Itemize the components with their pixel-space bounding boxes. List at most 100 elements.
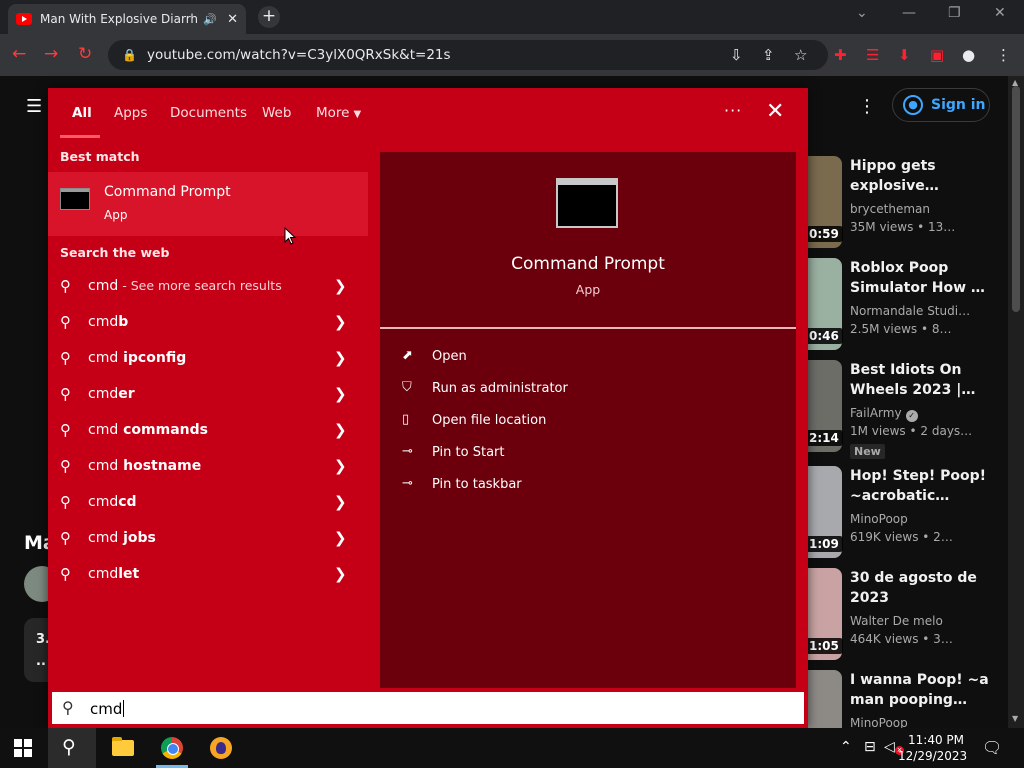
web-result-prefix: cmd: [88, 386, 119, 402]
new-tab-button[interactable]: +: [258, 6, 280, 28]
search-icon: ⚲: [60, 349, 71, 367]
search-icon: ⚲: [62, 698, 74, 717]
minimize-icon[interactable]: —: [902, 5, 916, 21]
web-result-item[interactable]: ⚲ cmdcd ❯: [48, 486, 368, 520]
forward-icon[interactable]: →: [44, 44, 58, 64]
web-result-item[interactable]: ⚲ cmd - See more search results ❯: [48, 270, 368, 304]
tab-web[interactable]: Web: [262, 105, 291, 121]
tray-chevron-icon[interactable]: ⌃: [840, 739, 852, 755]
file-explorer-button[interactable]: [98, 728, 146, 768]
menu-hamburger-icon[interactable]: ☰: [26, 96, 42, 117]
search-input[interactable]: cmd: [90, 700, 125, 718]
search-close-icon[interactable]: ✕: [766, 99, 784, 124]
video-item[interactable]: 0:59 Hippo gets explosive… brycetheman 35M …: [808, 156, 1008, 252]
video-channel[interactable]: MinoPoop: [850, 512, 908, 526]
playlist-icon[interactable]: ☰: [866, 46, 879, 64]
more-options-dots-icon[interactable]: ···: [724, 101, 742, 120]
web-result-bold: commands: [118, 422, 208, 438]
detail-subtitle: App: [575, 282, 601, 297]
video-item[interactable]: 1:09 Hop! Step! Poop! ~acrobatic… MinoPoop…: [808, 466, 1008, 562]
chevron-right-icon[interactable]: ❯: [334, 277, 347, 295]
video-duration: 1:09: [808, 536, 843, 552]
volume-icon[interactable]: ◁: [884, 739, 895, 755]
web-result-item[interactable]: ⚲ cmdb ❯: [48, 306, 368, 340]
video-item[interactable]: 0:46 Roblox Poop Simulator How … Normandal…: [808, 258, 1008, 354]
reload-icon[interactable]: ↻: [78, 44, 92, 64]
chevron-right-icon[interactable]: ❯: [334, 529, 347, 547]
page-scrollbar[interactable]: ▲ ▼: [1008, 76, 1024, 728]
video-channel[interactable]: Normandale Studi…: [850, 304, 970, 318]
web-result-item[interactable]: ⚲ cmd commands ❯: [48, 414, 368, 448]
video-title[interactable]: Roblox Poop Simulator How …: [850, 258, 1000, 298]
address-bar[interactable]: 🔒 youtube.com/watch?v=C3ylX0QRxSk&t=21s: [108, 40, 828, 70]
chevron-right-icon[interactable]: ❯: [334, 421, 347, 439]
search-box[interactable]: ⚲ cmd: [50, 690, 806, 726]
search-icon: ⚲: [60, 421, 71, 439]
taskbar-search-button[interactable]: ⚲: [48, 728, 96, 768]
profile-icon[interactable]: ●: [962, 46, 975, 64]
web-result-prefix: cmd: [88, 566, 119, 582]
video-channel[interactable]: Walter De melo: [850, 614, 943, 628]
sign-in-button[interactable]: ● Sign in: [892, 88, 990, 122]
best-match-item[interactable]: Command Prompt App: [48, 172, 368, 236]
video-title[interactable]: Hop! Step! Poop! ~acrobatic…: [850, 466, 1000, 506]
tab-search-icon[interactable]: ⌄: [856, 5, 868, 21]
more-options-icon[interactable]: ⋮: [858, 96, 876, 117]
video-title[interactable]: I wanna Poop! ~a man pooping…: [850, 670, 1000, 710]
video-title[interactable]: Hippo gets explosive…: [850, 156, 1000, 196]
web-result-item[interactable]: ⚲ cmd hostname ❯: [48, 450, 368, 484]
tab-documents[interactable]: Documents: [170, 105, 247, 121]
chevron-right-icon[interactable]: ❯: [334, 385, 347, 403]
web-result-item[interactable]: ⚲ cmder ❯: [48, 378, 368, 412]
scroll-thumb[interactable]: [1012, 86, 1020, 312]
action-label: Open file location: [432, 413, 547, 428]
clock-date[interactable]: 12/29/2023: [898, 749, 967, 763]
windows-start-icon[interactable]: [14, 739, 32, 757]
lock-icon[interactable]: 🔒: [122, 48, 137, 62]
bookmark-star-icon[interactable]: ☆: [794, 46, 807, 64]
tab-apps[interactable]: Apps: [114, 105, 147, 121]
brave-button[interactable]: [197, 728, 245, 768]
tab-close-icon[interactable]: ✕: [227, 12, 238, 27]
network-icon[interactable]: ⊟: [864, 739, 876, 755]
command-prompt-large-icon: [556, 178, 618, 228]
chevron-right-icon[interactable]: ❯: [334, 313, 347, 331]
download-icon[interactable]: ⬇: [898, 46, 911, 64]
chevron-right-icon[interactable]: ❯: [334, 565, 347, 583]
video-item[interactable]: 1:05 30 de agosto de 2023 Walter De melo 46…: [808, 568, 1008, 664]
command-prompt-icon: [60, 188, 90, 210]
chevron-right-icon[interactable]: ❯: [334, 493, 347, 511]
window-close-icon[interactable]: ✕: [994, 5, 1006, 21]
chevron-right-icon[interactable]: ❯: [334, 457, 347, 475]
sidepanel-icon[interactable]: ▣: [930, 46, 944, 64]
tab-more[interactable]: More ▼: [316, 105, 361, 121]
web-result-item[interactable]: ⚲ cmd ipconfig ❯: [48, 342, 368, 376]
chrome-button[interactable]: [148, 728, 196, 768]
extension-puzzle-icon[interactable]: ✚: [834, 46, 847, 64]
video-channel[interactable]: brycetheman: [850, 202, 930, 216]
video-item[interactable]: 2:14 Best Idiots On Wheels 2023 |… FailArm…: [808, 360, 1008, 459]
video-title[interactable]: 30 de agosto de 2023: [850, 568, 1000, 608]
notification-icon[interactable]: 🗨: [982, 738, 1002, 757]
browser-menu-icon[interactable]: ⋮: [996, 46, 1011, 64]
tab-all[interactable]: All: [72, 105, 92, 121]
speaker-icon[interactable]: 🔊: [203, 13, 217, 26]
chevron-right-icon[interactable]: ❯: [334, 349, 347, 367]
web-result-item[interactable]: ⚲ cmd jobs ❯: [48, 522, 368, 556]
web-result-item[interactable]: ⚲ cmdlet ❯: [48, 558, 368, 592]
install-icon[interactable]: ⇩: [730, 46, 743, 64]
action-label: Open: [432, 349, 467, 364]
back-icon[interactable]: ←: [12, 44, 26, 64]
search-web-heading: Search the web: [60, 245, 170, 260]
scroll-down-icon[interactable]: ▼: [1012, 714, 1018, 723]
share-icon[interactable]: ⇪: [762, 46, 775, 64]
video-channel[interactable]: FailArmy ✓: [850, 406, 918, 422]
clock-time[interactable]: 11:40 PM: [908, 733, 964, 747]
search-icon: ⚲: [60, 493, 71, 511]
video-title[interactable]: Best Idiots On Wheels 2023 |…: [850, 360, 1000, 400]
video-duration: 0:59: [808, 226, 843, 242]
search-icon: ⚲: [60, 565, 71, 583]
browser-tab[interactable]: Man With Explosive Diarrhea 🔊 ✕: [8, 4, 246, 34]
restore-icon[interactable]: ❐: [948, 5, 961, 21]
brave-icon: [210, 737, 232, 759]
